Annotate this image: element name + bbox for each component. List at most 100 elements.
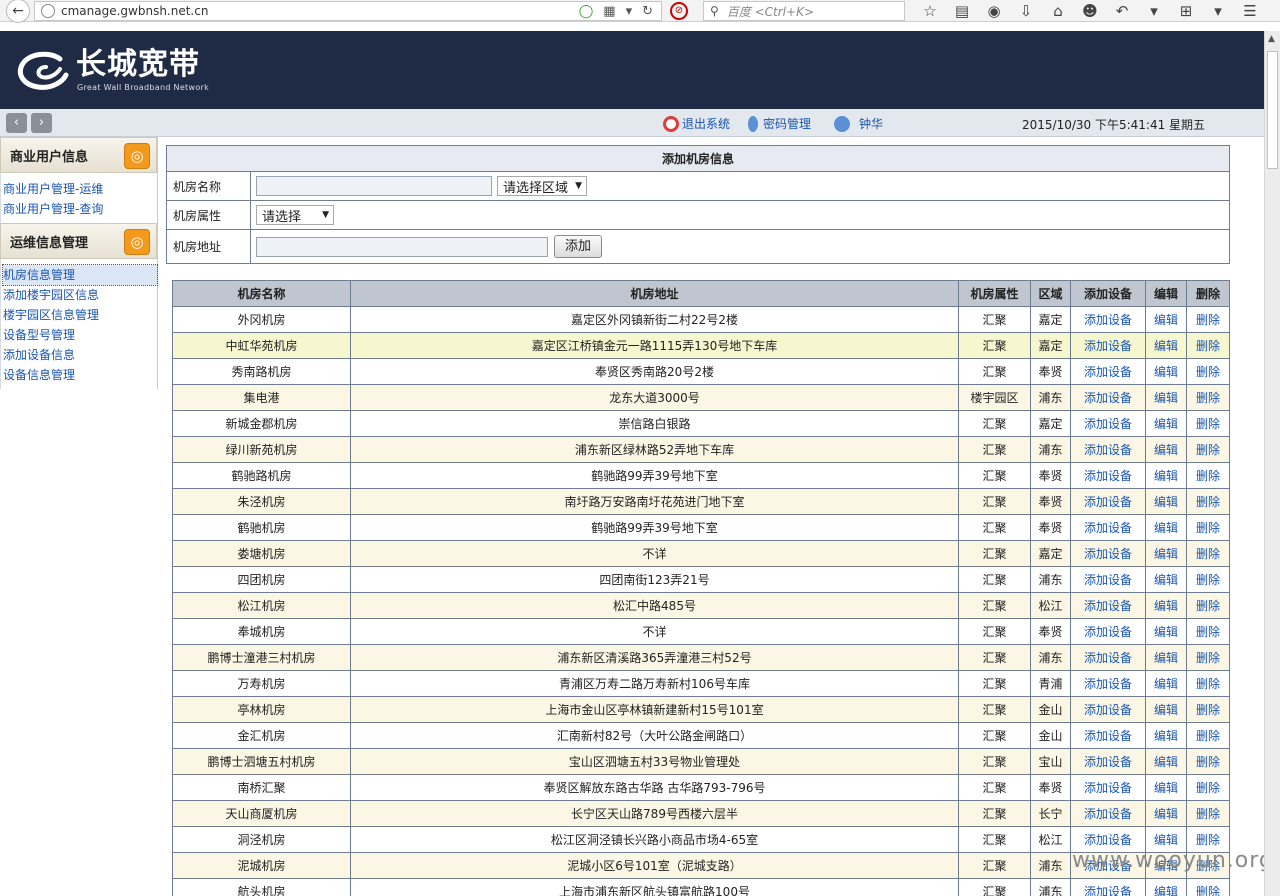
room-addr-input[interactable]: [256, 236, 548, 257]
sidebar-item-business-query[interactable]: 商业用户管理-查询: [3, 199, 157, 219]
add-device-link[interactable]: 添加设备: [1070, 410, 1146, 437]
download-icon[interactable]: ⇩: [1010, 1, 1042, 21]
delete-link[interactable]: 删除: [1186, 618, 1230, 645]
edit-link[interactable]: 编辑: [1145, 410, 1187, 437]
pocket-icon[interactable]: ◉: [978, 1, 1010, 21]
delete-link[interactable]: 删除: [1186, 410, 1230, 437]
add-device-link[interactable]: 添加设备: [1070, 800, 1146, 827]
reload-icon[interactable]: ↻: [642, 4, 653, 19]
delete-link[interactable]: 删除: [1186, 566, 1230, 593]
add-device-link[interactable]: 添加设备: [1070, 644, 1146, 671]
sidebar-item-business-ops[interactable]: 商业用户管理-运维: [3, 179, 157, 199]
sidebar-item-device-model[interactable]: 设备型号管理: [3, 325, 157, 345]
back-arrow-icon[interactable]: ←: [6, 0, 30, 23]
edit-link[interactable]: 编辑: [1145, 358, 1187, 385]
add-device-link[interactable]: 添加设备: [1070, 358, 1146, 385]
add-device-link[interactable]: 添加设备: [1070, 436, 1146, 463]
dropdown-icon[interactable]: ▾: [1138, 1, 1170, 21]
add-device-link[interactable]: 添加设备: [1070, 696, 1146, 723]
sidebar-item-room-manage[interactable]: 机房信息管理: [2, 264, 158, 286]
delete-link[interactable]: 删除: [1186, 540, 1230, 567]
add-device-link[interactable]: 添加设备: [1070, 592, 1146, 619]
add-button[interactable]: 添加: [554, 235, 602, 258]
sidebar-item-add-device[interactable]: 添加设备信息: [3, 345, 157, 365]
edit-link[interactable]: 编辑: [1145, 306, 1187, 333]
add-device-link[interactable]: 添加设备: [1070, 722, 1146, 749]
chevron-up-icon[interactable]: ▲: [1268, 34, 1275, 44]
add-device-link[interactable]: 添加设备: [1070, 878, 1146, 896]
user-link[interactable]: 钟华: [834, 115, 883, 132]
edit-link[interactable]: 编辑: [1145, 540, 1187, 567]
delete-link[interactable]: 删除: [1186, 878, 1230, 896]
scrollbar-thumb[interactable]: [1267, 51, 1278, 169]
add-device-link[interactable]: 添加设备: [1070, 514, 1146, 541]
add-device-link[interactable]: 添加设备: [1070, 618, 1146, 645]
add-device-link[interactable]: 添加设备: [1070, 306, 1146, 333]
add-device-link[interactable]: 添加设备: [1070, 566, 1146, 593]
delete-link[interactable]: 删除: [1186, 800, 1230, 827]
sidebar-item-building-manage[interactable]: 楼宇园区信息管理: [3, 305, 157, 325]
reading-list-icon[interactable]: ▤: [946, 1, 978, 21]
sidebar-item-add-building[interactable]: 添加楼宇园区信息: [3, 285, 157, 305]
delete-link[interactable]: 删除: [1186, 488, 1230, 515]
edit-link[interactable]: 编辑: [1145, 514, 1187, 541]
delete-link[interactable]: 删除: [1186, 332, 1230, 359]
chat-icon[interactable]: ☻: [1074, 1, 1106, 21]
delete-link[interactable]: 删除: [1186, 514, 1230, 541]
delete-link[interactable]: 删除: [1186, 722, 1230, 749]
edit-link[interactable]: 编辑: [1145, 436, 1187, 463]
vertical-scrollbar[interactable]: ▲: [1264, 31, 1280, 896]
add-device-link[interactable]: 添加设备: [1070, 384, 1146, 411]
qr-code-icon[interactable]: ▦: [603, 4, 615, 19]
edit-link[interactable]: 编辑: [1145, 748, 1187, 775]
logout-link[interactable]: 退出系统: [663, 115, 730, 132]
dropdown-icon[interactable]: ▾: [1202, 1, 1234, 21]
globe-icon[interactable]: ◎: [124, 229, 150, 255]
edit-link[interactable]: 编辑: [1145, 800, 1187, 827]
region-select[interactable]: 请选择区域 ▼: [497, 176, 587, 196]
edit-link[interactable]: 编辑: [1145, 592, 1187, 619]
edit-link[interactable]: 编辑: [1145, 696, 1187, 723]
edit-link[interactable]: 编辑: [1145, 644, 1187, 671]
chevron-right-icon[interactable]: ›: [31, 113, 52, 133]
address-bar[interactable]: cmanage.gwbnsh.net.cn ◯ ▦ ▾ ↻: [34, 1, 662, 21]
edit-link[interactable]: 编辑: [1145, 878, 1187, 896]
block-icon[interactable]: ⊘: [670, 2, 688, 20]
delete-link[interactable]: 删除: [1186, 306, 1230, 333]
delete-link[interactable]: 删除: [1186, 696, 1230, 723]
add-device-link[interactable]: 添加设备: [1070, 774, 1146, 801]
edit-link[interactable]: 编辑: [1145, 332, 1187, 359]
sidebar-item-device-manage[interactable]: 设备信息管理: [3, 365, 157, 385]
delete-link[interactable]: 删除: [1186, 462, 1230, 489]
menu-icon[interactable]: ☰: [1234, 1, 1266, 21]
shield-icon[interactable]: ◯: [579, 4, 594, 19]
chevron-left-icon[interactable]: ‹: [6, 113, 27, 133]
add-device-link[interactable]: 添加设备: [1070, 540, 1146, 567]
add-device-link[interactable]: 添加设备: [1070, 462, 1146, 489]
edit-link[interactable]: 编辑: [1145, 384, 1187, 411]
undo-icon[interactable]: ↶: [1106, 1, 1138, 21]
delete-link[interactable]: 删除: [1186, 436, 1230, 463]
edit-link[interactable]: 编辑: [1145, 722, 1187, 749]
sidebar-section-business[interactable]: 商业用户信息 ◎: [0, 137, 157, 173]
globe-icon[interactable]: ◎: [124, 143, 150, 169]
add-device-link[interactable]: 添加设备: [1070, 748, 1146, 775]
add-device-link[interactable]: 添加设备: [1070, 670, 1146, 697]
crop-icon[interactable]: ⊞: [1170, 1, 1202, 21]
sidebar-section-ops[interactable]: 运维信息管理 ◎: [0, 223, 157, 259]
edit-link[interactable]: 编辑: [1145, 488, 1187, 515]
delete-link[interactable]: 删除: [1186, 670, 1230, 697]
edit-link[interactable]: 编辑: [1145, 618, 1187, 645]
star-icon[interactable]: ☆: [914, 1, 946, 21]
dropdown-icon[interactable]: ▾: [626, 4, 633, 19]
edit-link[interactable]: 编辑: [1145, 670, 1187, 697]
delete-link[interactable]: 删除: [1186, 384, 1230, 411]
edit-link[interactable]: 编辑: [1145, 566, 1187, 593]
delete-link[interactable]: 删除: [1186, 592, 1230, 619]
search-input[interactable]: ⚲ 百度 <Ctrl+K>: [703, 1, 905, 21]
add-device-link[interactable]: 添加设备: [1070, 332, 1146, 359]
add-device-link[interactable]: 添加设备: [1070, 488, 1146, 515]
delete-link[interactable]: 删除: [1186, 748, 1230, 775]
room-attr-select[interactable]: 请选择 ▼: [256, 205, 334, 225]
delete-link[interactable]: 删除: [1186, 774, 1230, 801]
